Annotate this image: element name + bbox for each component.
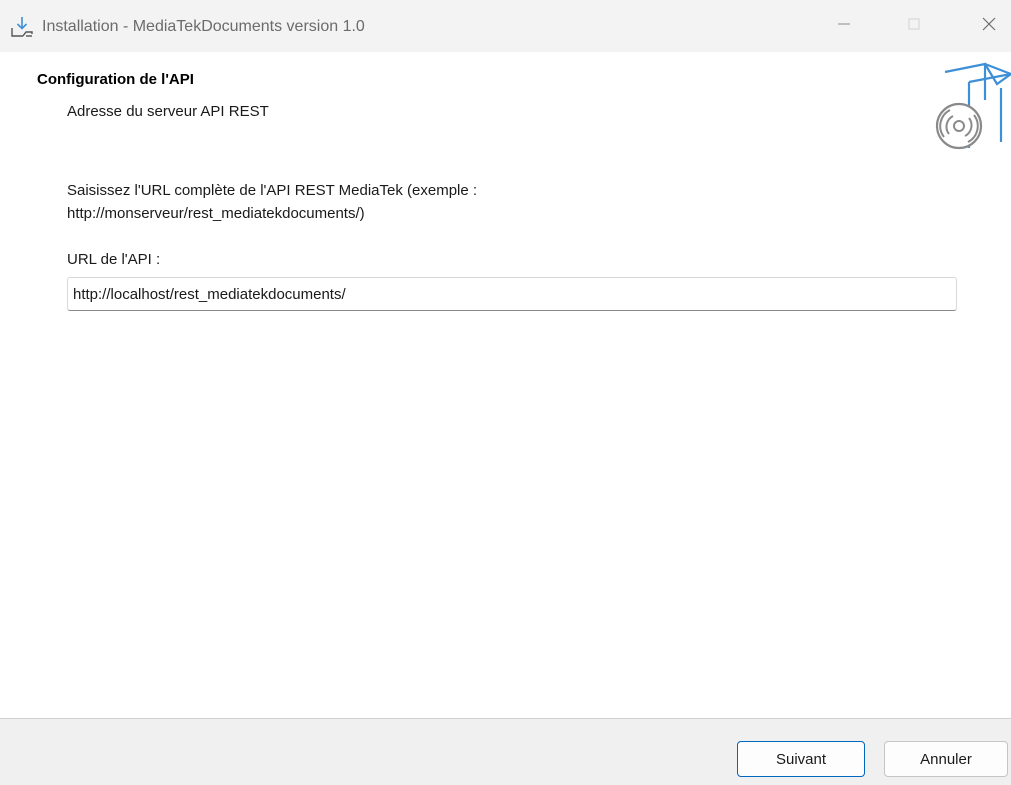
cancel-button[interactable]: Annuler [884,741,1008,777]
next-button[interactable]: Suivant [737,741,865,777]
close-icon [981,16,997,37]
software-box-cd-icon [925,60,1011,150]
api-url-label: URL de l'API : [67,251,161,268]
api-url-input[interactable] [67,277,957,311]
page-title: Configuration de l'API [37,71,194,88]
window-title: Installation - MediaTekDocuments version… [42,18,365,35]
maximize-icon [907,17,921,36]
page-subtitle: Adresse du serveur API REST [67,103,269,120]
instructions-line-1: Saisissez l'URL complète de l'API REST M… [67,182,478,199]
close-button[interactable] [965,0,1011,52]
minimize-icon [837,17,851,36]
maximize-button [890,0,938,52]
minimize-button[interactable] [820,0,868,52]
installer-window: Installation - MediaTekDocuments version… [0,0,1011,785]
download-install-icon [10,15,34,39]
wizard-footer: Suivant Annuler [0,718,1011,785]
instructions-text: Saisissez l'URL complète de l'API REST M… [67,179,767,225]
wizard-header: Configuration de l'API Adresse du serveu… [0,52,1011,152]
wizard-body: Saisissez l'URL complète de l'API REST M… [0,152,1011,718]
title-bar: Installation - MediaTekDocuments version… [0,0,1011,52]
instructions-line-2: http://monserveur/rest_mediatekdocuments… [67,205,365,222]
